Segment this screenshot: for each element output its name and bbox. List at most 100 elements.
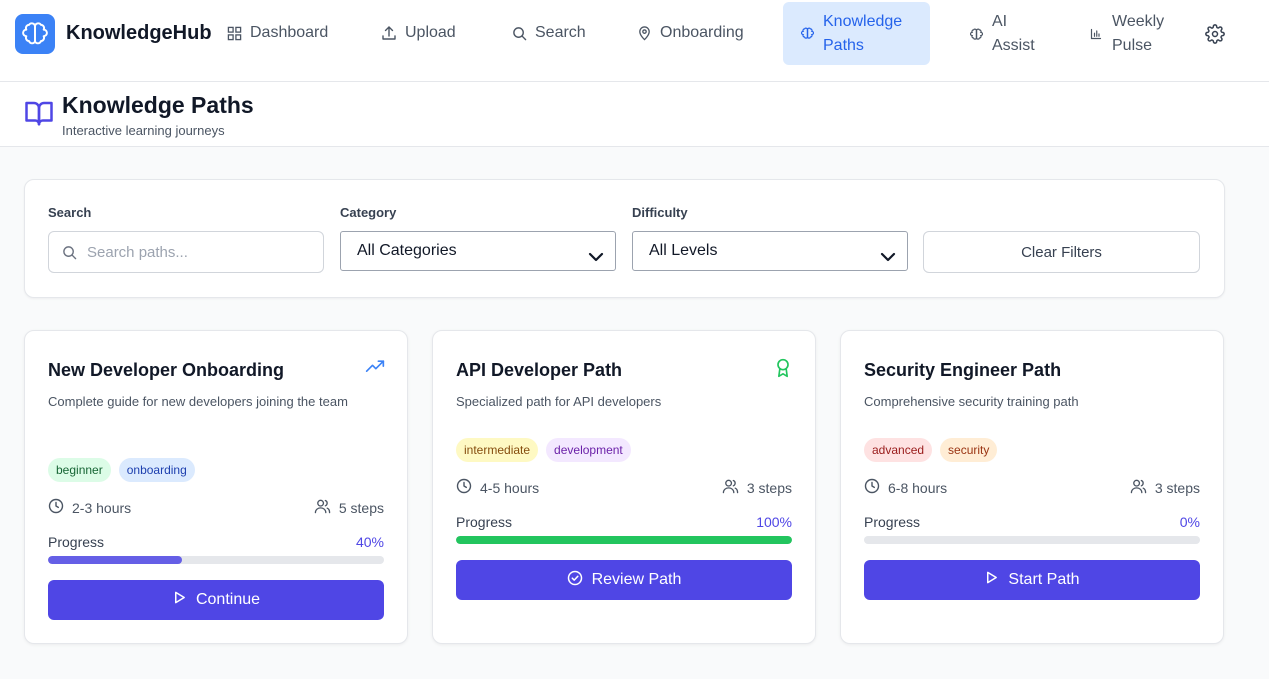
path-description: Specialized path for API developers [456,394,662,409]
path-title: Security Engineer Path [864,360,1062,380]
duration: 2-3 hours [48,498,131,517]
progress-percent: 100% [756,514,792,530]
clock-icon [864,478,880,497]
path-meta: 6-8 hours 3 steps [864,478,1200,498]
path-title: New Developer Onboarding [48,360,285,380]
tag-beginner: beginner [48,458,111,482]
nav-ai-assist-label: AI Assist [992,10,1035,58]
nav-onboarding[interactable]: Onboarding [636,24,744,42]
tag-advanced: advanced [864,438,933,462]
search-input[interactable] [87,232,317,272]
difficulty-select-value: All Levels [649,242,718,259]
search-field[interactable] [48,231,324,273]
nav-onboarding-label: Onboarding [660,24,744,41]
progress-percent: 0% [1179,514,1200,530]
nav-ai-assist[interactable]: AI Assist [968,10,1035,58]
path-tags: advanced security [864,438,998,462]
steps-text: 5 steps [338,499,384,516]
path-meta: 2-3 hours 5 steps [48,498,384,518]
duration-text: 6-8 hours [888,479,948,496]
nav-search-label: Search [535,24,586,41]
users-icon [1130,478,1147,497]
category-select-value: All Categories [357,242,457,259]
top-navigation: KnowledgeHub Dashboard Upload Search Onb… [0,0,1269,82]
nav-dashboard[interactable]: Dashboard [226,24,328,42]
difficulty-label: Difficulty [632,205,688,220]
progress-row: Progress 0% [864,514,1200,530]
chevron-down-icon [587,243,605,262]
nav-weekly-pulse[interactable]: Weekly Pulse [1088,10,1164,58]
path-card-api-developer: API Developer Path Specialized path for … [432,330,816,644]
duration: 6-8 hours [864,478,947,497]
tag-onboarding: onboarding [118,458,195,482]
start-path-button[interactable]: Start Path [864,560,1200,600]
path-meta: 4-5 hours 3 steps [456,478,792,498]
settings-gear-icon[interactable] [1203,22,1227,46]
continue-button[interactable]: Continue [48,580,384,620]
progress-label: Progress [456,514,513,530]
nav-weekly-pulse-line2: Pulse [1112,37,1153,54]
grid-icon [226,25,242,41]
steps: 5 steps [314,498,384,517]
clear-filters-button[interactable]: Clear Filters [923,231,1200,273]
progress-bar [864,536,1200,544]
nav-knowledge-paths[interactable]: Knowledge Paths [783,2,930,65]
book-open-icon [24,98,54,128]
check-circle-icon [567,570,583,591]
users-icon [314,498,331,517]
brain-icon [799,26,815,42]
progress-bar [456,536,792,544]
play-icon [984,570,999,590]
steps-text: 3 steps [1154,479,1200,496]
nav-knowledge-paths-label: Knowledge Paths [823,10,902,58]
nav-weekly-pulse-label: Weekly Pulse [1112,10,1164,58]
brain-icon [968,26,984,42]
path-tags: beginner onboarding [48,458,195,482]
tag-security: security [940,438,998,462]
trending-up-icon [365,357,385,377]
category-label: Category [340,205,397,220]
tag-development: development [546,438,631,462]
tag-intermediate: intermediate [456,438,539,462]
clock-icon [456,478,472,497]
path-description: Comprehensive security training path [864,394,1079,409]
search-icon [62,245,78,261]
steps: 3 steps [722,478,792,497]
play-icon [172,590,187,610]
nav-knowledge-paths-line1: Knowledge [823,12,903,30]
bar-chart-icon [1088,26,1104,42]
continue-button-label: Continue [195,591,261,608]
search-icon [511,25,527,41]
nav-weekly-pulse-line1: Weekly [1112,13,1165,30]
duration: 4-5 hours [456,478,539,497]
progress-label: Progress [48,534,105,550]
review-path-button-label: Review Path [591,571,682,588]
nav-dashboard-label: Dashboard [250,24,329,41]
progress-row: Progress 40% [48,534,384,550]
users-icon [722,478,739,497]
start-path-button-label: Start Path [1008,571,1080,588]
progress-fill [456,536,792,544]
difficulty-select[interactable]: All Levels [632,231,908,271]
brand-name[interactable]: KnowledgeHub [66,22,212,45]
nav-upload-label: Upload [405,24,456,41]
steps-text: 3 steps [746,479,792,496]
path-description: Complete guide for new developers joinin… [48,394,348,409]
search-label: Search [48,205,92,220]
category-select[interactable]: All Categories [340,231,616,271]
chevron-down-icon [879,243,897,262]
upload-icon [381,25,397,41]
nav-upload[interactable]: Upload [381,24,456,42]
progress-fill [48,556,183,564]
award-icon [773,357,793,378]
brain-logo-icon[interactable] [15,14,55,54]
duration-text: 4-5 hours [480,479,540,496]
nav-search[interactable]: Search [511,24,586,42]
progress-label: Progress [864,514,921,530]
progress-row: Progress 100% [456,514,792,530]
page-subtitle: Interactive learning journeys [62,123,225,138]
steps: 3 steps [1130,478,1200,497]
clock-icon [48,498,64,517]
nav-ai-assist-line2: Assist [992,37,1035,54]
review-path-button[interactable]: Review Path [456,560,792,600]
